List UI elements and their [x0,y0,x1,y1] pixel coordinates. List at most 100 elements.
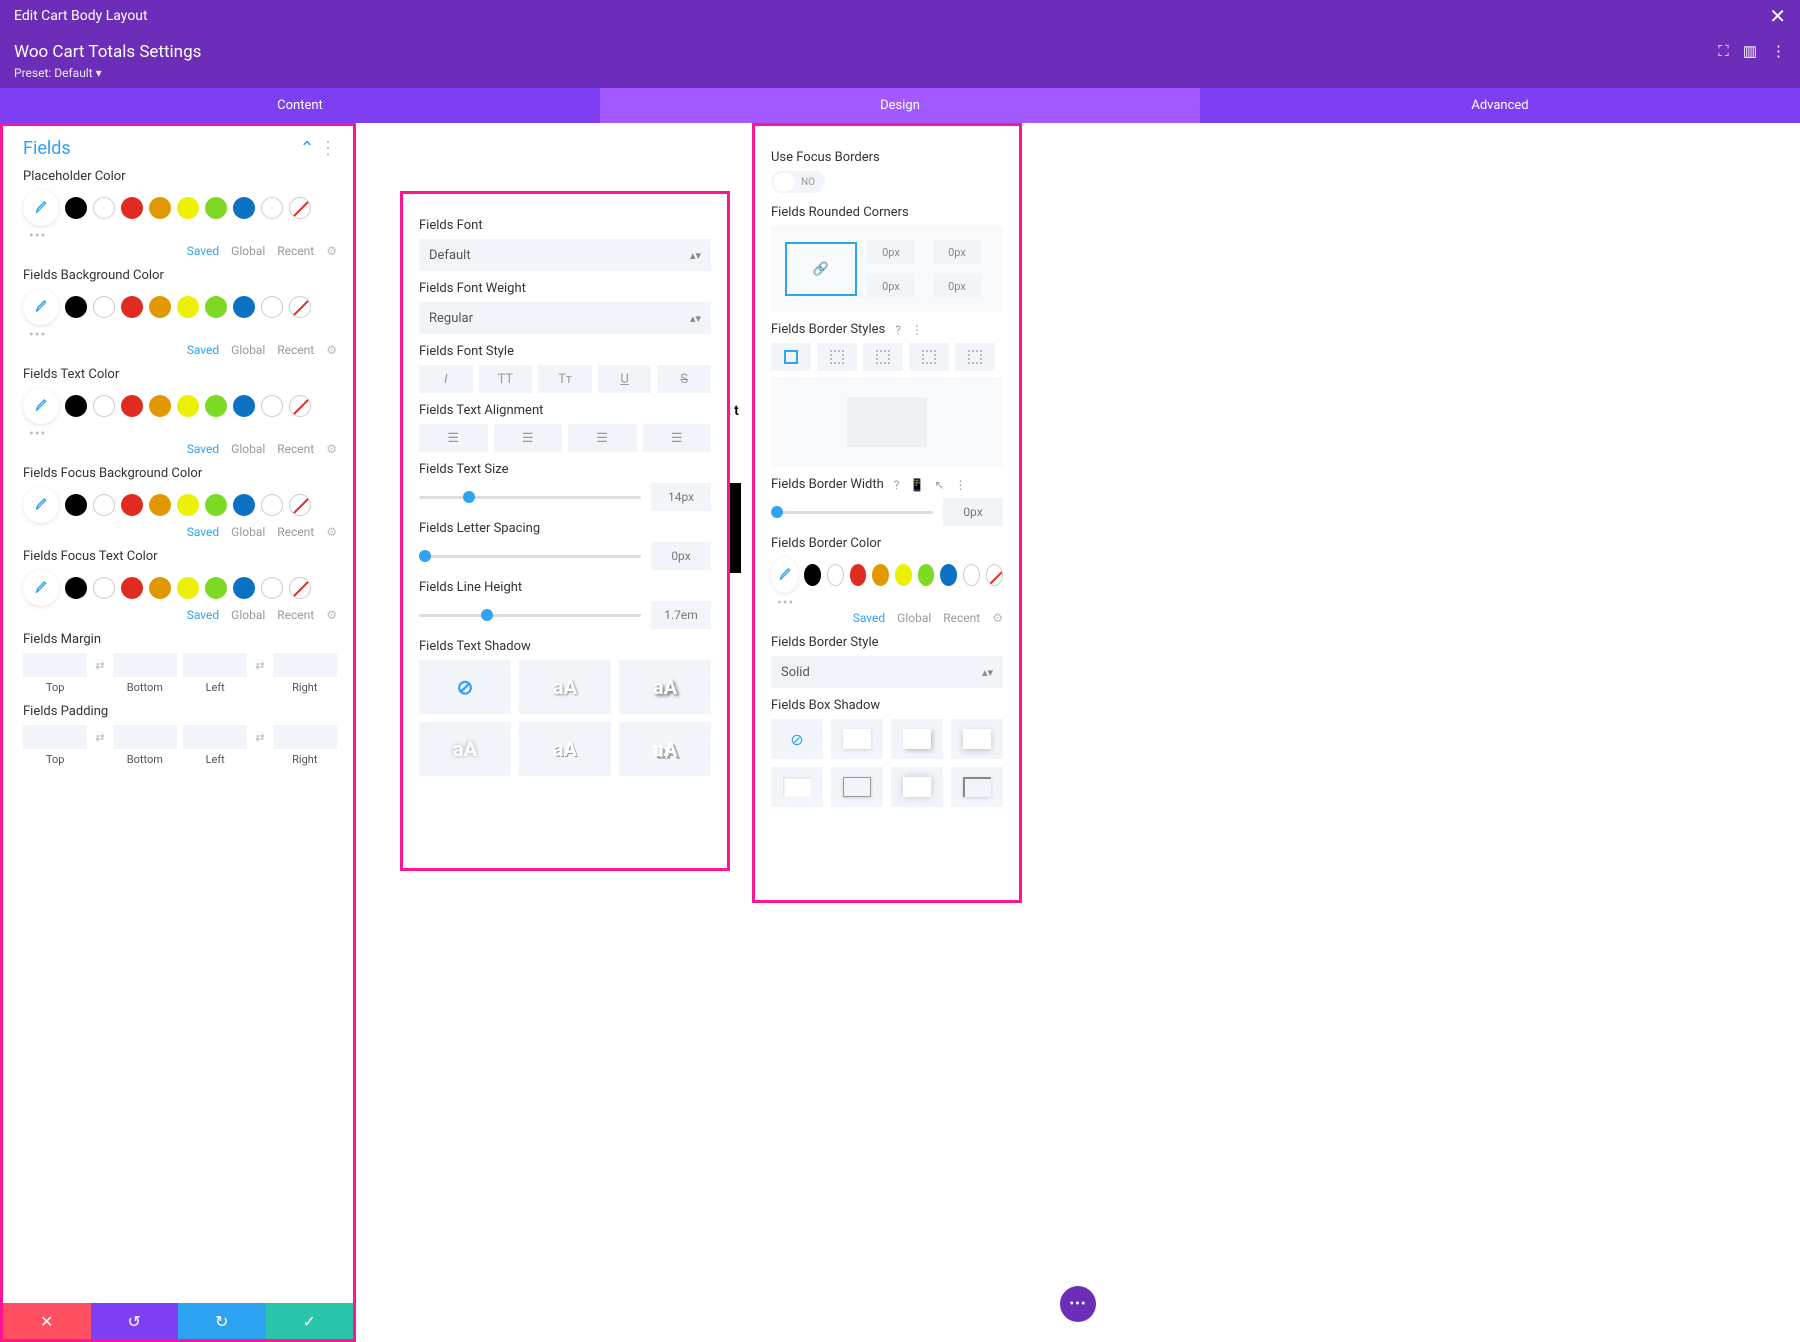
swatch-green[interactable] [205,494,227,516]
swatch-none[interactable] [289,296,311,318]
tab-global[interactable]: Global [231,343,265,357]
fab-more-button[interactable]: ••• [1060,1286,1096,1322]
cursor-icon[interactable]: ↖ [934,478,944,492]
text-shadow-preset[interactable]: aA [619,722,711,776]
tab-global[interactable]: Global [897,611,931,625]
box-shadow-preset[interactable] [771,767,823,807]
link-corners-button[interactable]: 🔗 [785,242,857,296]
swatch-white[interactable] [93,494,115,516]
tab-recent[interactable]: Recent [277,244,314,258]
swatch-black[interactable] [65,296,87,318]
padding-right-input[interactable] [273,725,337,749]
swatch-blue[interactable] [233,197,255,219]
padding-left-input[interactable] [183,725,247,749]
swatch-empty[interactable] [261,197,283,219]
swatch-blue[interactable] [233,577,255,599]
smallcaps-button[interactable]: Tᴛ [538,365,592,393]
gear-icon[interactable]: ⚙ [326,343,337,357]
tab-global[interactable]: Global [231,525,265,539]
preset-dropdown[interactable]: Preset: Default ▾ [14,66,201,80]
gear-icon[interactable]: ⚙ [326,244,337,258]
gear-icon[interactable]: ⚙ [326,525,337,539]
text-shadow-preset[interactable]: aA [419,722,511,776]
swatch-none[interactable] [289,197,311,219]
swatch-red[interactable] [850,564,867,586]
tab-recent[interactable]: Recent [277,442,314,456]
eyedropper-icon[interactable] [23,487,59,523]
swatch-yellow[interactable] [177,296,199,318]
margin-bottom-input[interactable] [113,653,177,677]
swatch-black[interactable] [804,564,821,586]
eyedropper-icon[interactable] [23,289,59,325]
padding-bottom-input[interactable] [113,725,177,749]
swatch-orange[interactable] [149,494,171,516]
swatch-green[interactable] [918,564,935,586]
swatch-yellow[interactable] [177,197,199,219]
swatch-none[interactable] [986,564,1003,586]
tab-saved[interactable]: Saved [187,343,219,357]
line-height-value[interactable]: 1.7em [651,601,711,629]
text-size-value[interactable]: 14px [651,483,711,511]
box-shadow-none[interactable]: ⊘ [771,719,823,759]
box-shadow-preset[interactable] [951,767,1003,807]
gear-icon[interactable]: ⚙ [992,611,1003,625]
more-dots-icon[interactable]: ••• [29,426,337,442]
letter-spacing-slider[interactable] [419,555,641,558]
corner-bl-input[interactable]: 0px [867,274,915,298]
fields-font-weight-select[interactable]: Regular▴▾ [419,302,711,334]
undo-button[interactable]: ↺ [91,1303,179,1339]
swatch-green[interactable] [205,296,227,318]
corner-tl-input[interactable]: 0px [867,240,915,264]
box-shadow-preset[interactable] [891,767,943,807]
swatch-red[interactable] [121,296,143,318]
section-more-icon[interactable]: ⋮ [319,138,337,159]
swatch-yellow[interactable] [177,494,199,516]
swatch-yellow[interactable] [177,577,199,599]
tab-content[interactable]: Content [0,88,600,123]
swatch-white[interactable] [93,296,115,318]
swatch-none[interactable] [289,494,311,516]
swatch-red[interactable] [121,197,143,219]
link-icon[interactable]: ⇄ [95,731,104,766]
underline-button[interactable]: U [598,365,652,393]
border-left-button[interactable] [955,343,995,371]
swatch-empty[interactable] [963,564,980,586]
tab-recent[interactable]: Recent [277,525,314,539]
swatch-yellow[interactable] [177,395,199,417]
tab-saved[interactable]: Saved [187,244,219,258]
swatch-black[interactable] [65,395,87,417]
swatch-green[interactable] [205,577,227,599]
border-style-select[interactable]: Solid▴▾ [771,656,1003,688]
gear-icon[interactable]: ⚙ [326,608,337,622]
swatch-orange[interactable] [149,197,171,219]
cancel-button[interactable]: ✕ [3,1303,91,1339]
tab-recent[interactable]: Recent [943,611,980,625]
eyedropper-icon[interactable] [23,388,59,424]
italic-button[interactable]: I [419,365,473,393]
more-dots-icon[interactable]: ••• [29,327,337,343]
swatch-empty[interactable] [261,395,283,417]
more-icon[interactable]: ⋮ [954,478,966,492]
letter-spacing-value[interactable]: 0px [651,542,711,570]
swatch-white[interactable] [93,577,115,599]
tab-saved[interactable]: Saved [187,525,219,539]
align-left-button[interactable]: ☰ [419,424,488,452]
swatch-orange[interactable] [149,577,171,599]
swatch-red[interactable] [121,395,143,417]
swatch-orange[interactable] [149,395,171,417]
swatch-none[interactable] [289,577,311,599]
border-all-button[interactable] [771,343,811,371]
text-shadow-preset[interactable]: aA [519,660,611,714]
tab-design[interactable]: Design [600,88,1200,123]
tab-advanced[interactable]: Advanced [1200,88,1800,123]
swatch-none[interactable] [289,395,311,417]
swatch-orange[interactable] [872,564,889,586]
swatch-blue[interactable] [233,296,255,318]
swatch-black[interactable] [65,577,87,599]
eyedropper-icon[interactable] [23,190,59,226]
swatch-red[interactable] [121,494,143,516]
border-width-slider[interactable] [771,511,933,514]
gear-icon[interactable]: ⚙ [326,442,337,456]
swatch-black[interactable] [65,197,87,219]
border-top-button[interactable] [817,343,857,371]
